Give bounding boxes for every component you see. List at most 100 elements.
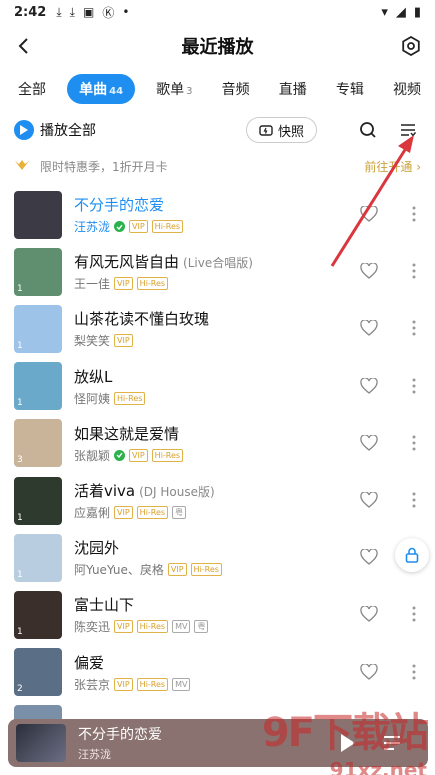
vip-promo-banner[interactable]: 限时特惠季，1折开月卡 前往开通 › — [14, 156, 421, 176]
like-button[interactable] — [357, 202, 381, 226]
like-button[interactable] — [357, 374, 381, 398]
more-vertical-icon — [412, 664, 416, 679]
tab-playlists[interactable]: 歌单 3 — [148, 75, 200, 103]
app-icon: ▣ — [82, 5, 95, 19]
more-vertical-icon — [412, 206, 416, 222]
play-all-button[interactable]: 播放全部 — [14, 120, 96, 140]
tab-videos[interactable]: 视频 — [385, 75, 429, 103]
like-button[interactable] — [357, 545, 381, 569]
lock-button[interactable] — [395, 538, 429, 572]
song-row[interactable]: 1 活着viva (DJ House版) 应嘉俐 VIP Hi-Res 粤 — [0, 472, 435, 529]
quality-tag: Hi-Res — [151, 448, 184, 462]
song-artist: 阿YueYue、戾格 — [74, 563, 164, 578]
heart-icon — [360, 663, 378, 680]
verified-icon — [114, 221, 126, 233]
tab-albums[interactable]: 专辑 — [328, 75, 372, 103]
album-cover: 3 — [14, 419, 62, 468]
like-button[interactable] — [357, 431, 381, 455]
tab-audio[interactable]: 音频 — [214, 75, 258, 103]
like-button[interactable] — [357, 602, 381, 626]
wifi-icon: ▾ — [381, 4, 388, 20]
play-count-badge: 2 — [17, 684, 23, 695]
tab-all[interactable]: 全部 — [10, 75, 54, 103]
song-title-text: 如果这就是爱情 — [74, 424, 180, 443]
promo-link[interactable]: 前往开通 › — [364, 158, 421, 175]
song-artist: 应嘉俐 — [74, 506, 111, 521]
more-options-button[interactable] — [407, 259, 421, 283]
more-options-button[interactable] — [407, 602, 421, 626]
tab-songs[interactable]: 单曲 44 — [67, 74, 136, 104]
flash-label: 快照 — [277, 124, 304, 140]
heart-icon — [360, 491, 378, 508]
player-artist: 汪苏泷 — [78, 748, 111, 761]
play-count-badge: 1 — [17, 569, 23, 580]
watermark-logo: 9F下载站 91xz.net — [261, 700, 429, 775]
notification-icons: ⤓ ⤓ ▣ Ⓚ • — [56, 4, 129, 21]
flash-snapshot-button[interactable]: 快照 — [245, 117, 317, 143]
album-cover: 1 — [14, 533, 62, 582]
play-count-badge: 3 — [17, 455, 23, 466]
song-artist: 陈奕迅 — [74, 620, 111, 635]
list-manage-icon — [401, 124, 416, 137]
watermark-title: 9F下载站 — [261, 710, 429, 756]
more-options-button[interactable] — [407, 374, 421, 398]
song-row[interactable]: 1 有风无风皆自由 (Live合唱版) 王一佳 VIP Hi-Res — [0, 243, 435, 300]
song-row[interactable]: 不分手的恋爱 汪苏泷 VIP Hi-Res — [0, 186, 435, 243]
song-row[interactable]: 1 富士山下 陈奕迅 VIP Hi-Res MV 粤 — [0, 586, 435, 643]
search-button[interactable] — [355, 117, 381, 143]
more-vertical-icon — [412, 606, 416, 622]
tab-live[interactable]: 直播 — [271, 75, 315, 103]
album-cover: 2 — [14, 648, 62, 697]
quality-tag: VIP — [114, 677, 133, 691]
heart-icon — [360, 549, 378, 565]
like-button[interactable] — [357, 259, 381, 283]
song-row[interactable]: 1 放纵L 怪阿姨 Hi-Res — [0, 358, 435, 415]
heart-icon — [360, 206, 378, 222]
quality-tag: VIP — [114, 334, 133, 348]
song-title-text: 有风无风皆自由 — [74, 253, 180, 272]
more-options-button[interactable] — [407, 431, 421, 455]
song-row[interactable]: 3 如果这就是爱情 张靓颖 VIP Hi-Res — [0, 415, 435, 472]
quality-tag: Hi-Res — [136, 620, 169, 634]
song-row[interactable]: 2 偏爱 张芸京 VIP Hi-Res MV — [0, 644, 435, 701]
like-button[interactable] — [357, 488, 381, 512]
play-count-badge: 1 — [17, 398, 23, 409]
gear-icon — [402, 36, 420, 56]
play-count-badge: 1 — [17, 283, 23, 294]
heart-icon — [360, 320, 378, 337]
song-title-text: 沈园外 — [74, 539, 120, 558]
page-header: 最近播放 — [0, 28, 435, 64]
quality-tag: VIP — [129, 448, 148, 462]
like-button[interactable] — [357, 660, 381, 684]
song-title-text: 偏爱 — [74, 653, 105, 672]
play-count-badge: 1 — [17, 512, 23, 523]
category-tabs: 全部 单曲 44 歌单 3 音频 直播 专辑 视频 — [10, 74, 429, 104]
more-options-button[interactable] — [407, 660, 421, 684]
heart-icon — [360, 434, 378, 451]
more-vertical-icon — [412, 263, 416, 279]
quality-tag: Hi-Res — [136, 677, 169, 691]
song-title-text: 不分手的恋爱 — [74, 196, 165, 215]
song-version: (DJ House版) — [139, 485, 215, 500]
song-row[interactable]: 1 沈园外 阿YueYue、戾格 VIP Hi-Res — [0, 529, 435, 586]
more-options-button[interactable] — [407, 488, 421, 512]
song-artist: 汪苏泷 — [74, 220, 111, 235]
more-vertical-icon — [412, 435, 416, 451]
like-button[interactable] — [357, 316, 381, 340]
quality-tag: VIP — [167, 563, 187, 577]
quality-tag: Hi-Res — [114, 391, 146, 405]
back-button[interactable] — [8, 30, 40, 62]
more-options-button[interactable] — [407, 316, 421, 340]
quality-tag: MV — [172, 677, 191, 691]
list-toolbar: 播放全部 快照 — [14, 116, 421, 144]
settings-button[interactable] — [395, 30, 427, 62]
manage-list-button[interactable] — [395, 117, 421, 143]
song-version: (Live合唱版) — [183, 256, 253, 271]
battery-icon: ▮ — [413, 4, 421, 20]
more-options-button[interactable] — [407, 202, 421, 226]
quality-tag: Hi-Res — [151, 220, 184, 234]
song-row[interactable]: 1 山茶花读不懂白玫瑰 梨笑笑 VIP — [0, 300, 435, 357]
song-list: 不分手的恋爱 汪苏泷 VIP Hi-Res 1 有风无风皆自由 (Live合唱版) 王一佳 VI… — [0, 186, 435, 758]
album-cover: 1 — [14, 362, 62, 411]
lock-icon — [405, 547, 419, 563]
